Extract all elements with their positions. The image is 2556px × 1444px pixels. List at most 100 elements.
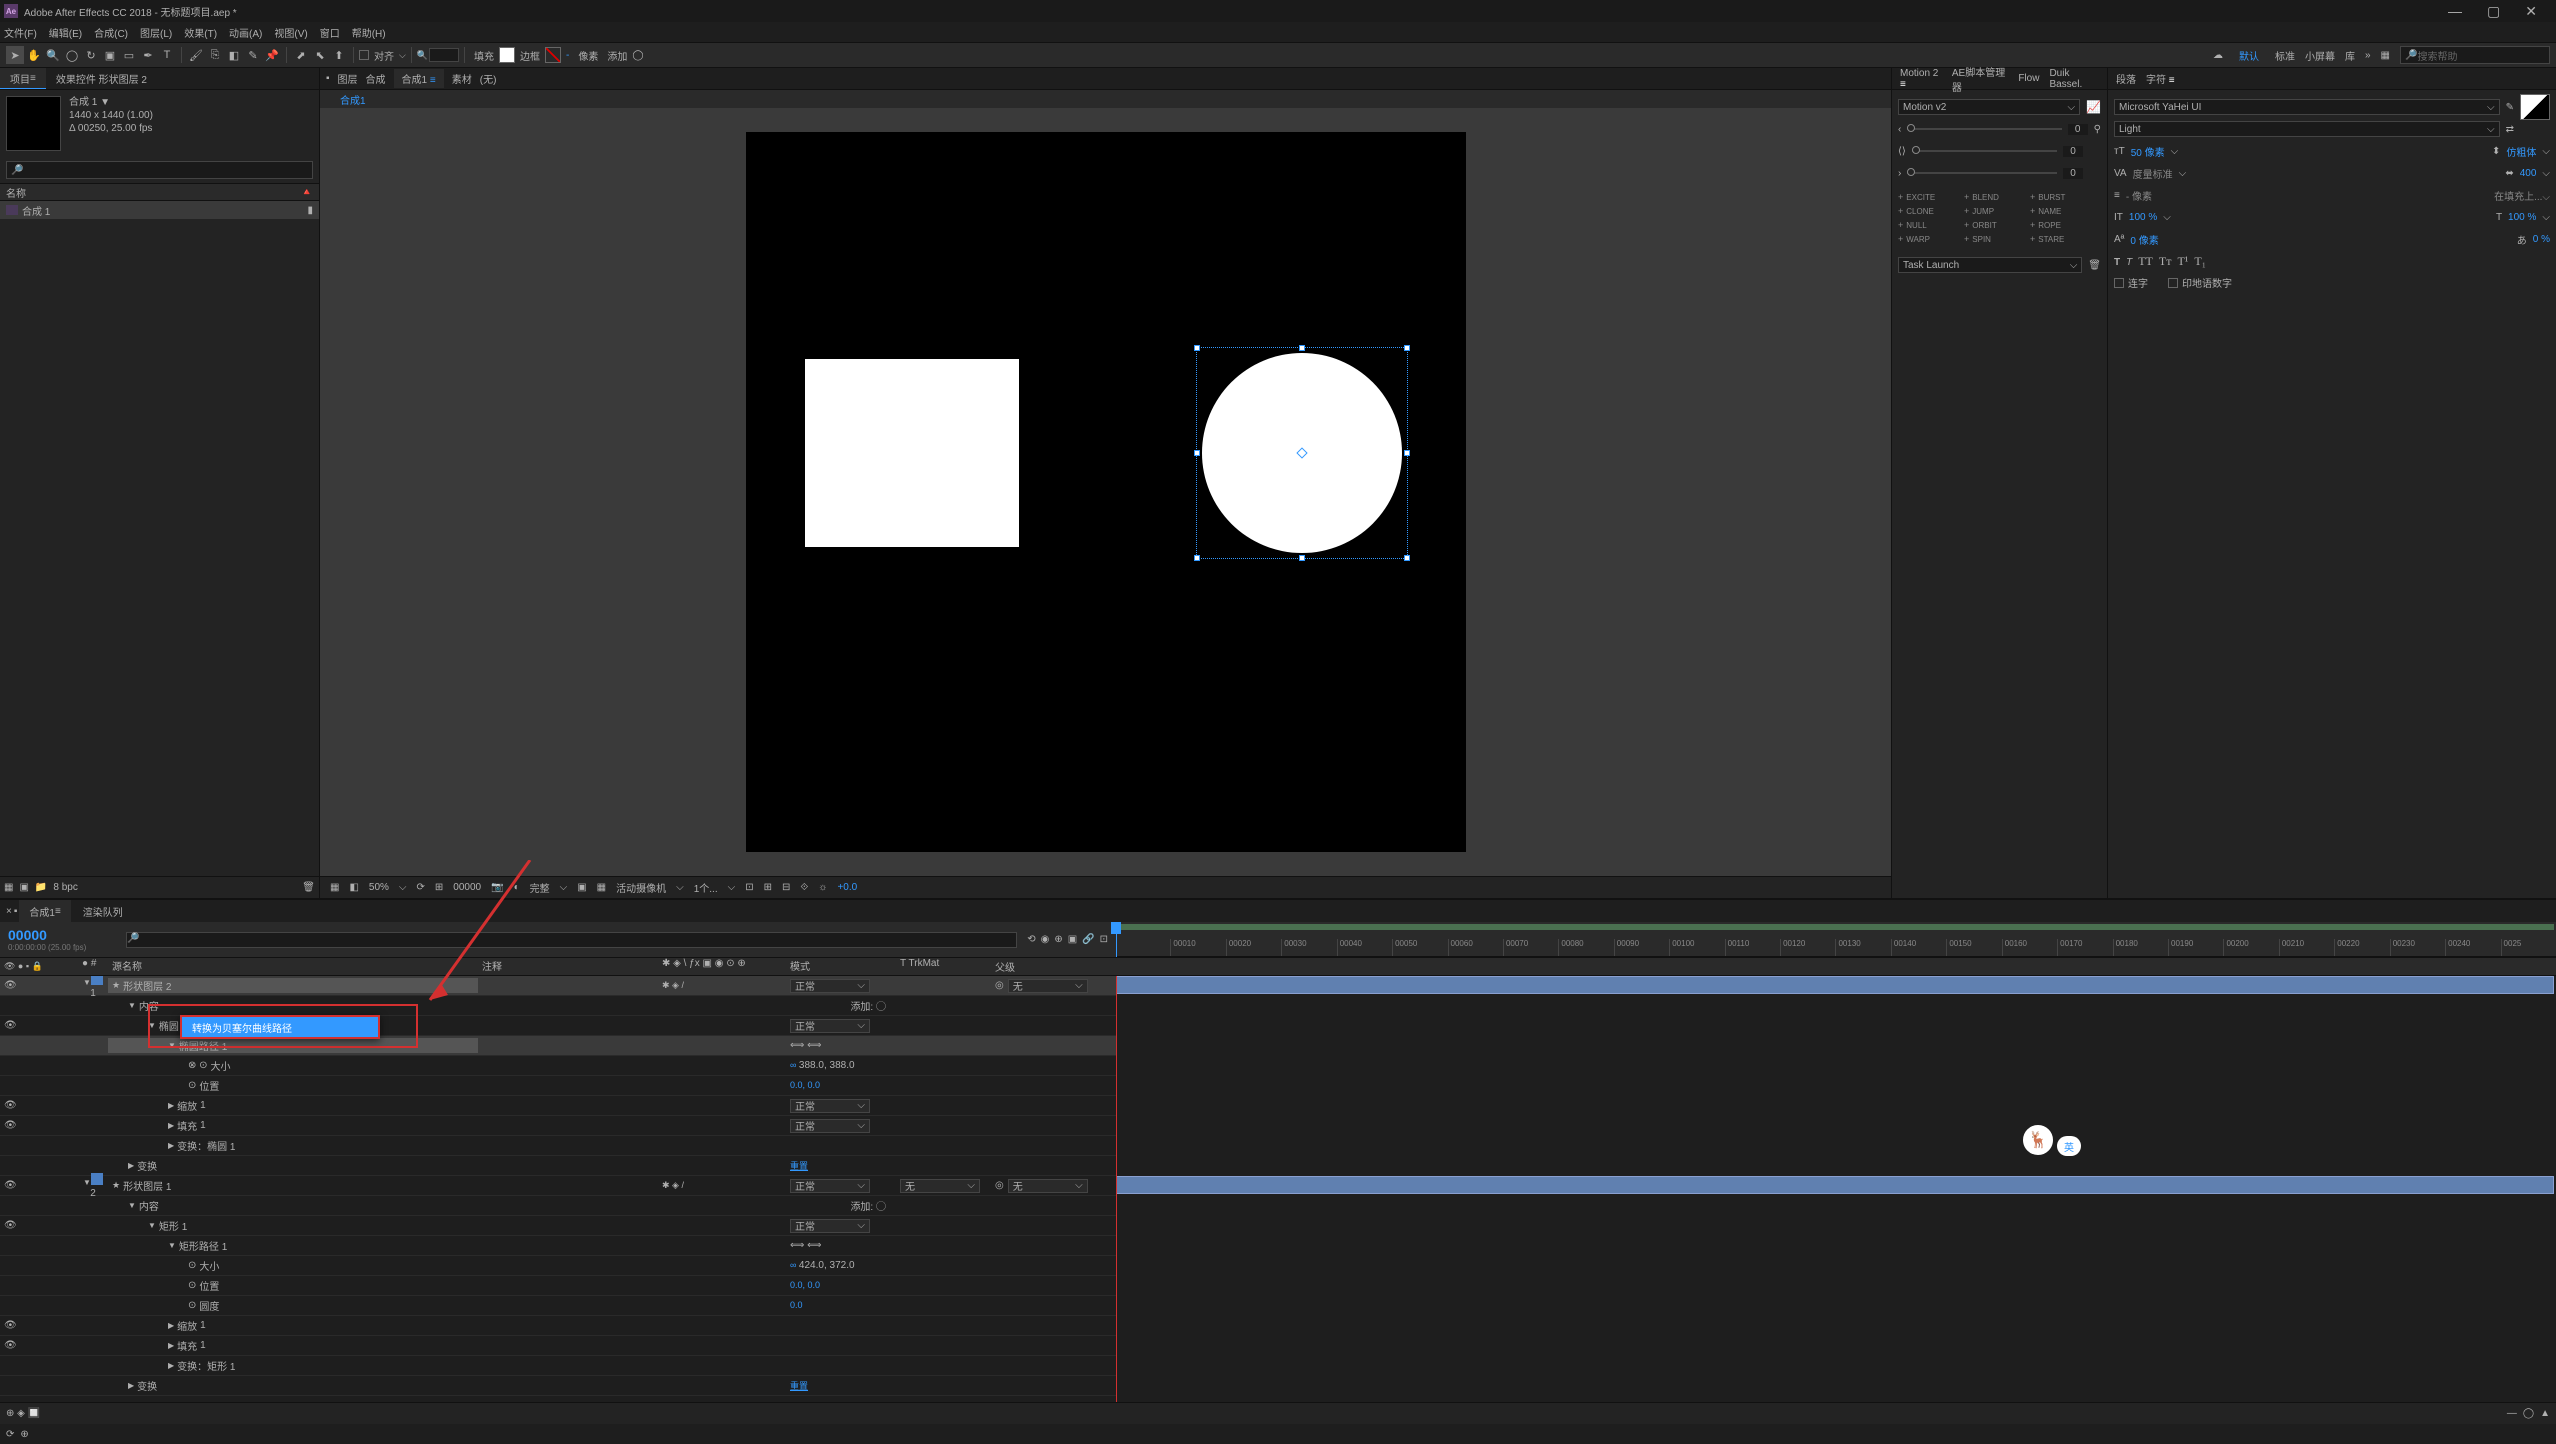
time-ruler[interactable]: 0001000020000300004000050000600007000080…	[1116, 939, 2556, 957]
tab-character[interactable]: 字符 ≡	[2146, 71, 2175, 86]
workspace-standard[interactable]: 标准	[2275, 48, 2295, 63]
subscript-icon[interactable]: T₁	[2194, 254, 2206, 269]
prop-ellipse[interactable]: 👁 ▼ 椭圆 1 正常⌵	[0, 1016, 1116, 1036]
floating-badge[interactable]: 🦌	[2020, 1122, 2056, 1158]
snap-options-icon[interactable]: ⌵	[399, 50, 406, 61]
toolbar-search[interactable]	[429, 48, 459, 62]
track-playhead[interactable]	[1116, 976, 1117, 1402]
menu-animation[interactable]: 动画(A)	[229, 25, 262, 40]
prop-ellipse-position[interactable]: ⊙ 位置 0.0, 0.0	[0, 1076, 1116, 1096]
trash-icon[interactable]: 🗑	[302, 882, 315, 893]
prop-rect-size[interactable]: ⊙ 大小 ∞ 424.0, 372.0	[0, 1256, 1116, 1276]
timeline-tab-render[interactable]: 渲染队列	[73, 900, 133, 922]
timeline-lock-icon[interactable]: ×	[6, 906, 12, 917]
btn-excite[interactable]: EXCITE	[1898, 192, 1954, 202]
zoom-value[interactable]: 50%	[369, 882, 389, 893]
tab-motion2[interactable]: Motion 2 ≡	[1900, 68, 1942, 90]
status-icon-1[interactable]: ⟳	[6, 1429, 14, 1440]
text-tool[interactable]: T	[158, 46, 176, 64]
views-dropdown[interactable]: 1个...	[694, 880, 718, 895]
res-icon[interactable]: ⟳	[417, 882, 425, 893]
viewer-tab-comp[interactable]: 合成	[366, 71, 386, 86]
font-dropdown[interactable]: Microsoft YaHei UI⌵	[2114, 99, 2500, 115]
ellipse-mode[interactable]: 正常⌵	[790, 1019, 870, 1033]
orbit-tool[interactable]: ◯	[63, 46, 81, 64]
menu-file[interactable]: 文件(F)	[4, 25, 37, 40]
region-icon[interactable]: ▣	[577, 882, 586, 893]
viewer-tab-comp-active[interactable]: 合成1 ≡	[394, 69, 444, 88]
maximize-button[interactable]: ▢	[2487, 3, 2500, 20]
layer1-mode[interactable]: 正常⌵	[790, 979, 870, 993]
prop-fill-1[interactable]: 👁 ▶ 填充 1 正常⌵	[0, 1116, 1116, 1136]
prop-fill-2[interactable]: 👁 ▶ 填充 1	[0, 1336, 1116, 1356]
layer-2[interactable]: 👁 ▼ 2 形状图层 1 ✱ ◈ / 正常⌵ 无⌵ ◎ 无⌵	[0, 1176, 1116, 1196]
view-icon3[interactable]: ⊟	[782, 882, 790, 893]
vscale-value[interactable]: 100 %	[2129, 212, 2157, 223]
motion-graph-icon[interactable]: 📈	[2086, 100, 2101, 114]
btn-warp[interactable]: WARP	[1898, 234, 1954, 244]
prop-rect-round[interactable]: ⊙ 圆度 0.0	[0, 1296, 1116, 1316]
tab-duik[interactable]: Duik Bassel.	[2049, 68, 2099, 90]
rotate-tool[interactable]: ↻	[82, 46, 100, 64]
smallcaps-icon[interactable]: Tᴛ	[2159, 254, 2172, 269]
stamp-tool[interactable]: ⎘	[206, 46, 224, 64]
viewer-subtab[interactable]: 合成1	[330, 92, 376, 107]
tl-icon5[interactable]: 🔗	[1082, 934, 1094, 945]
italic-icon[interactable]: T	[2126, 254, 2132, 269]
work-area-bar[interactable]	[1116, 924, 2554, 930]
font-style-dropdown[interactable]: Light⌵	[2114, 121, 2500, 137]
eraser-tool[interactable]: ◧	[225, 46, 243, 64]
slider-left-icon[interactable]: ‹	[1898, 124, 1901, 135]
allcaps-icon[interactable]: TT	[2138, 254, 2153, 269]
anchor-tool[interactable]: ▣	[101, 46, 119, 64]
grid-icon[interactable]: ⊞	[435, 882, 443, 893]
col-mode[interactable]: 模式	[786, 958, 896, 975]
context-convert-bezier[interactable]: 转换为贝塞尔曲线路径	[182, 1017, 378, 1037]
slider-val-1[interactable]: 0	[2068, 124, 2088, 135]
help-search[interactable]: 🔎 搜索帮助	[2400, 46, 2550, 64]
view-axis-icon[interactable]: ⬆	[330, 46, 348, 64]
menu-view[interactable]: 视图(V)	[274, 25, 307, 40]
layer2-parent[interactable]: 无⌵	[1008, 1179, 1088, 1193]
project-item-comp1[interactable]: 合成 1 ▮	[0, 201, 319, 219]
view-icon2[interactable]: ⊞	[764, 882, 772, 893]
tl-icon3[interactable]: ⊕	[1054, 934, 1062, 945]
transparency-icon[interactable]: ▦	[597, 882, 606, 893]
quality-dropdown[interactable]: 完整	[530, 880, 550, 895]
prop-rect-position[interactable]: ⊙ 位置 0.0, 0.0	[0, 1276, 1116, 1296]
eyedropper-icon[interactable]: ✎	[2506, 102, 2514, 113]
btn-spin[interactable]: SPIN	[1964, 234, 2020, 244]
col-trkmat[interactable]: T TrkMat	[896, 958, 991, 975]
viewer-tab-layer[interactable]: 图层	[338, 71, 358, 86]
kerning-value[interactable]: 度量标准	[2133, 166, 2173, 181]
menu-help[interactable]: 帮助(H)	[352, 25, 386, 40]
leading-value[interactable]: 仿粗体	[2506, 144, 2536, 159]
brush-tool[interactable]: 🖌	[187, 46, 205, 64]
square-shape[interactable]	[805, 359, 1019, 547]
slider-right-icon[interactable]: ›	[1898, 168, 1901, 179]
viewer-tab-footage[interactable]: 素材	[452, 71, 472, 86]
prop-rect[interactable]: 👁 ▼ 矩形 1 正常⌵	[0, 1216, 1116, 1236]
col-comment[interactable]: 注释	[478, 958, 658, 975]
playhead[interactable]	[1116, 922, 1117, 957]
btn-name[interactable]: NAME	[2030, 206, 2086, 216]
minimize-button[interactable]: —	[2448, 3, 2462, 20]
workspace-small[interactable]: 小屏幕	[2305, 48, 2335, 63]
btn-stare[interactable]: STARE	[2030, 234, 2086, 244]
prop-contents-2[interactable]: ▼ 内容 添加: ◯	[0, 1196, 1116, 1216]
slider-val-3[interactable]: 0	[2063, 168, 2083, 179]
tab-flow[interactable]: Flow	[2018, 73, 2039, 84]
hscale-value[interactable]: 100 %	[2508, 212, 2536, 223]
cc-icon[interactable]: ☁	[2213, 50, 2223, 61]
new-comp-icon[interactable]: ▣	[19, 882, 28, 893]
tab-project[interactable]: 项目 ≡	[0, 68, 46, 89]
tl-icon1[interactable]: ⟲	[1027, 934, 1035, 945]
menu-edit[interactable]: 编辑(E)	[49, 25, 82, 40]
alpha-icon[interactable]: ◧	[349, 882, 358, 893]
lock-icon[interactable]: ▪	[326, 73, 330, 84]
interpret-icon[interactable]: ▦	[4, 882, 13, 893]
hindi-checkbox[interactable]	[2168, 278, 2178, 288]
btn-null[interactable]: NULL	[1898, 220, 1954, 230]
hand-tool[interactable]: ✋	[25, 46, 43, 64]
local-axis-icon[interactable]: ⬈	[292, 46, 310, 64]
